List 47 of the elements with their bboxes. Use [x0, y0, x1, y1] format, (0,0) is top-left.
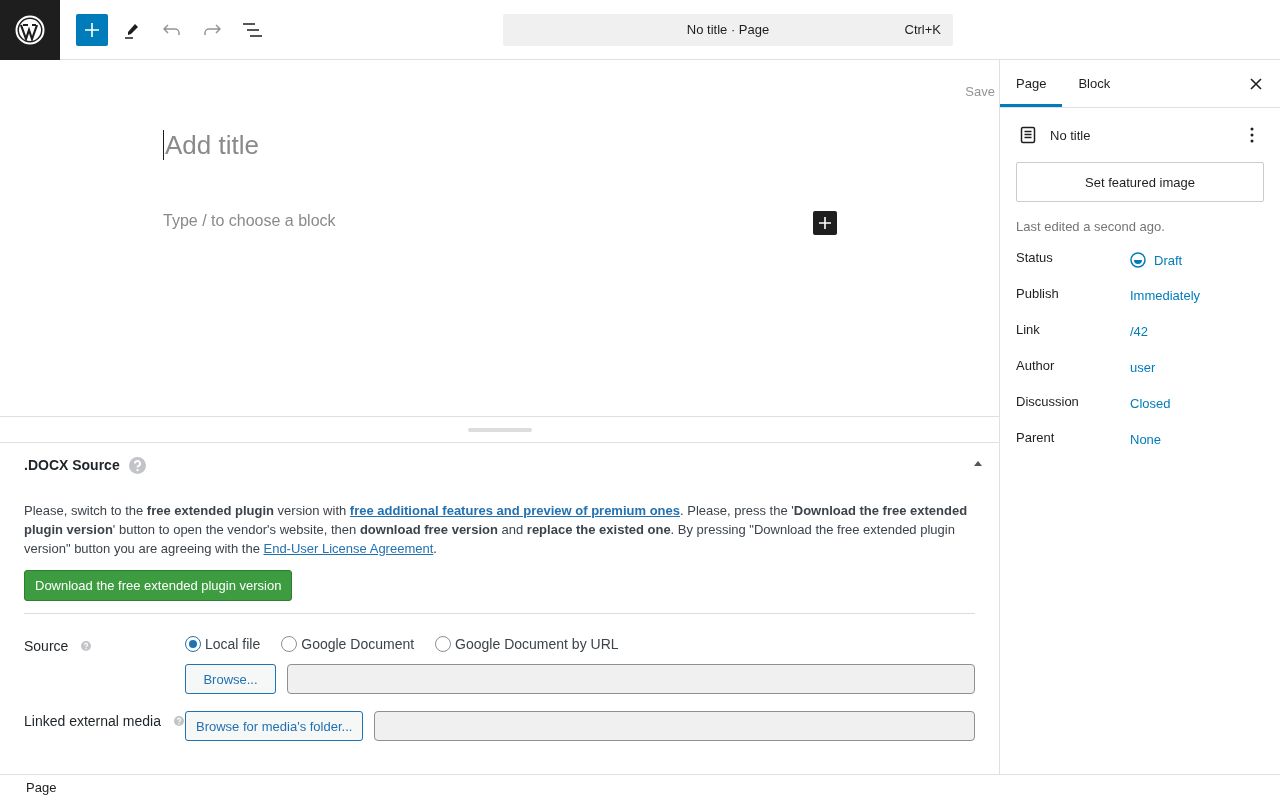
browse-button[interactable]: Browse...	[185, 664, 276, 694]
radio-button[interactable]	[185, 636, 201, 652]
document-title: No title	[1050, 127, 1091, 143]
download-button[interactable]: Download the free extended plugin version	[24, 570, 293, 601]
source-radio[interactable]: Local file	[185, 636, 261, 652]
help-icon	[128, 456, 146, 474]
breadcrumb[interactable]: Page	[26, 780, 57, 795]
file-path-field[interactable]	[287, 664, 975, 694]
source-radio[interactable]: Google Document	[281, 636, 415, 652]
metabox-title: .DOCX Source	[24, 457, 120, 473]
sidebar-tab[interactable]: Block	[1062, 60, 1127, 107]
browse-folder-button[interactable]: Browse for media's folder...	[185, 711, 364, 741]
sidebar-tab[interactable]: Page	[1000, 60, 1063, 107]
plus-icon	[85, 22, 99, 37]
plugin-notice: Please, switch to the free extended plugin version with free additional features and preview of premium ones. Please, press the 'Download the free extended plugin version' button to open the vendor's website, then download free version and replace the existed one. By pressing "Download the free extended plugin version" button you are agreeing with the End-User License Agreement.	[24, 502, 969, 558]
property-link[interactable]: user	[1130, 358, 1156, 375]
radio-button[interactable]	[435, 636, 452, 652]
source-radio[interactable]: Google Document by URL	[435, 636, 619, 652]
property-link[interactable]: None	[1130, 430, 1162, 447]
add-block-button[interactable]	[813, 211, 837, 235]
block-placeholder[interactable]: Type / to choose a block	[163, 212, 336, 230]
last-edited-text: Last edited a second ago.	[1016, 219, 1166, 234]
save-button[interactable]: Save	[965, 84, 995, 99]
property-label: Parent	[1016, 430, 1056, 445]
property-label: Author	[1016, 358, 1056, 373]
status-link[interactable]: Draft	[1130, 250, 1183, 268]
plus-icon	[819, 217, 831, 229]
wordpress-logo-icon[interactable]	[15, 14, 45, 45]
property-link[interactable]: Closed	[1130, 394, 1171, 411]
media-label: Linked external media	[24, 713, 161, 729]
radio-button[interactable]	[281, 636, 298, 652]
property-link[interactable]: /42	[1130, 322, 1149, 339]
help-icon	[174, 716, 184, 726]
title-field[interactable]: Add title	[163, 130, 259, 160]
resize-handle[interactable]	[467, 427, 532, 432]
property-label: Discussion	[1016, 394, 1080, 409]
media-folder-field[interactable]	[374, 711, 975, 741]
featured-image-button[interactable]: Set featured image	[1016, 162, 1264, 202]
notice-link[interactable]: free additional features and preview of premium ones	[349, 503, 680, 518]
command-bar[interactable]: No title · Page Ctrl+K	[503, 13, 953, 46]
half-circle-icon	[1130, 252, 1146, 268]
property-label: Link	[1016, 322, 1041, 337]
property-label: Publish	[1016, 286, 1060, 301]
source-label: Source	[24, 638, 69, 654]
property-label: Status	[1016, 250, 1054, 265]
property-link[interactable]: Immediately	[1130, 286, 1201, 303]
help-icon	[81, 641, 92, 651]
